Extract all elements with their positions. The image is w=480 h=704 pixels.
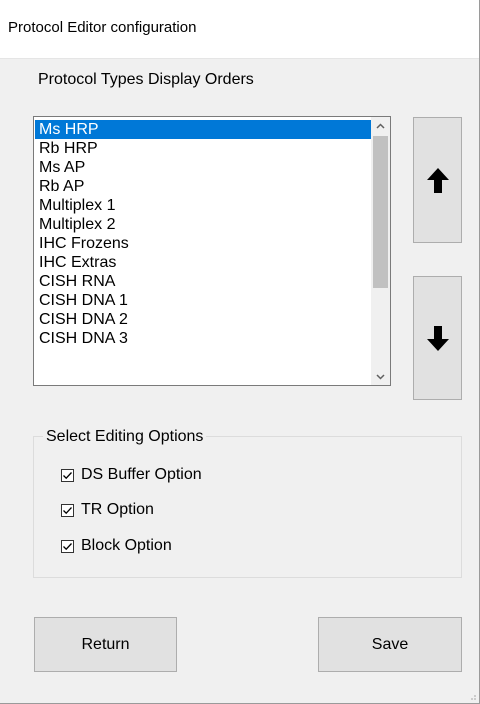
- checkbox-box[interactable]: [61, 468, 74, 482]
- list-item[interactable]: IHC Extras: [35, 253, 371, 272]
- move-down-button[interactable]: [413, 276, 462, 400]
- protocol-list-items: Ms HRP Rb HRP Ms AP Rb AP Multiplex 1 Mu…: [35, 120, 371, 348]
- checkbox-label: DS Buffer Option: [81, 466, 202, 483]
- scroll-up-button[interactable]: [371, 117, 390, 134]
- list-item[interactable]: Rb HRP: [35, 139, 371, 158]
- arrow-up-icon: [426, 167, 449, 193]
- checkmark-icon: [63, 471, 72, 479]
- list-item[interactable]: Multiplex 1: [35, 196, 371, 215]
- move-up-button[interactable]: [413, 117, 462, 243]
- list-item[interactable]: CISH DNA 2: [35, 310, 371, 329]
- list-scrollbar[interactable]: [371, 117, 390, 385]
- chevron-down-icon: [376, 373, 385, 380]
- protocol-list-label: Protocol Types Display Orders: [38, 71, 254, 88]
- list-item[interactable]: Rb AP: [35, 177, 371, 196]
- ds-buffer-option-checkbox[interactable]: DS Buffer Option: [61, 465, 202, 485]
- list-item[interactable]: Ms HRP: [35, 120, 371, 139]
- chevron-up-icon: [376, 122, 385, 129]
- checkbox-label: TR Option: [81, 501, 154, 518]
- list-item[interactable]: Ms AP: [35, 158, 371, 177]
- scrollbar-thumb[interactable]: [373, 136, 388, 288]
- tr-option-checkbox[interactable]: TR Option: [61, 500, 154, 520]
- scroll-down-button[interactable]: [371, 368, 390, 385]
- editing-options-label: Select Editing Options: [43, 428, 207, 446]
- list-item[interactable]: CISH RNA: [35, 272, 371, 291]
- checkbox-box[interactable]: [61, 539, 74, 553]
- list-item[interactable]: CISH DNA 3: [35, 329, 371, 348]
- title-bar: Protocol Editor configuration: [0, 0, 479, 59]
- resize-grip-icon[interactable]: [467, 691, 477, 701]
- window-title: Protocol Editor configuration: [8, 19, 197, 36]
- protocol-list[interactable]: Ms HRP Rb HRP Ms AP Rb AP Multiplex 1 Mu…: [33, 116, 391, 386]
- checkmark-icon: [63, 542, 72, 550]
- return-button[interactable]: Return: [34, 617, 177, 672]
- list-item[interactable]: Multiplex 2: [35, 215, 371, 234]
- checkmark-icon: [63, 506, 72, 514]
- list-item[interactable]: CISH DNA 1: [35, 291, 371, 310]
- save-button[interactable]: Save: [318, 617, 462, 672]
- checkbox-box[interactable]: [61, 503, 74, 517]
- arrow-down-icon: [426, 325, 449, 351]
- checkbox-label: Block Option: [81, 537, 172, 554]
- list-item[interactable]: IHC Frozens: [35, 234, 371, 253]
- protocol-editor-window: Protocol Editor configuration Protocol T…: [0, 0, 480, 704]
- block-option-checkbox[interactable]: Block Option: [61, 536, 172, 556]
